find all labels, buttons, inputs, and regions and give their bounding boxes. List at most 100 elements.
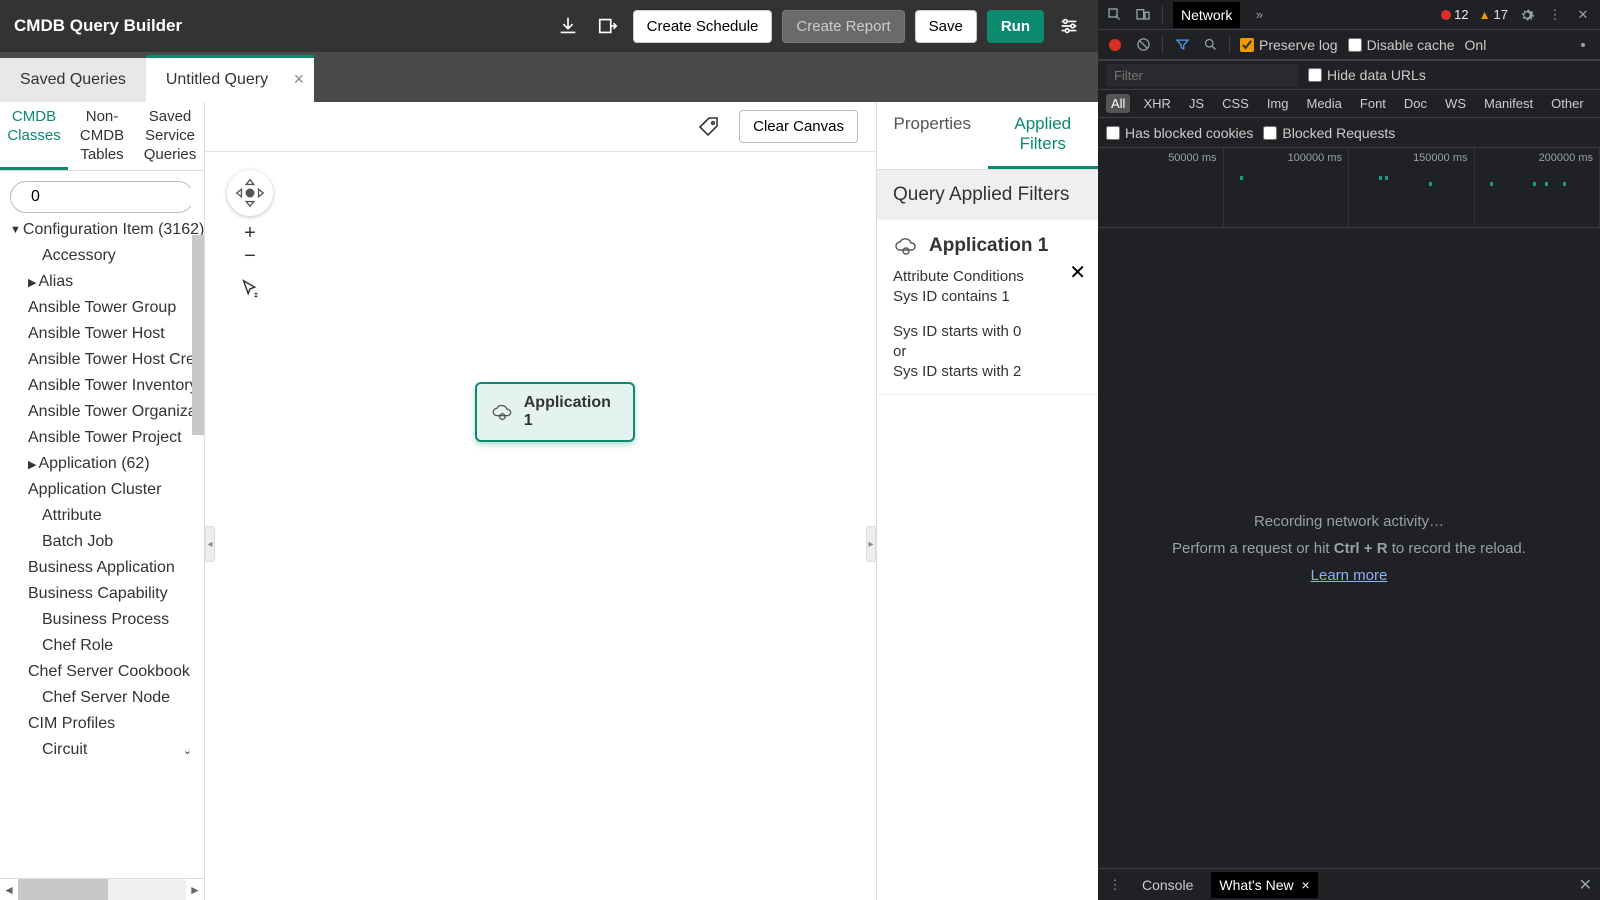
node-label: Application 1 — [524, 394, 619, 430]
tree-item[interactable]: Accessory — [0, 243, 204, 269]
tree-item[interactable]: Business Process — [0, 607, 204, 633]
filter-type[interactable]: Manifest — [1479, 94, 1538, 113]
cloud-gear-icon — [893, 234, 919, 258]
network-timeline[interactable]: 50000 ms 100000 ms 150000 ms 200000 ms — [1098, 148, 1600, 228]
settings-icon[interactable] — [1054, 11, 1084, 41]
filter-type[interactable]: Img — [1262, 94, 1294, 113]
filter-type[interactable]: CSS — [1217, 94, 1254, 113]
filter-type[interactable]: Font — [1355, 94, 1391, 113]
filter-type[interactable]: Other — [1546, 94, 1589, 113]
tree-item[interactable]: Business Application — [0, 555, 204, 581]
kebab-menu-icon[interactable]: ⋮ — [1546, 6, 1564, 24]
devtools-panel: Network » 12 ▲17 ⋮ ✕ Preserve log Disabl… — [1098, 0, 1600, 900]
class-tree[interactable]: ▼Configuration Item (3162) Accessory ▶Al… — [0, 217, 204, 878]
tab-applied-filters[interactable]: Applied Filters — [988, 102, 1099, 169]
inspect-element-icon[interactable] — [1106, 6, 1124, 24]
left-sidebar: CMDB Classes Non-CMDB Tables Saved Servi… — [0, 102, 205, 900]
filter-icon[interactable] — [1173, 36, 1191, 54]
save-button[interactable]: Save — [915, 10, 977, 43]
tab-properties[interactable]: Properties — [877, 102, 988, 169]
record-icon[interactable] — [1106, 36, 1124, 54]
device-toggle-icon[interactable] — [1134, 6, 1152, 24]
tree-item[interactable]: Batch Job — [0, 529, 204, 555]
tree-item[interactable]: Attribute — [0, 503, 204, 529]
sidebar-tab-cmdb-classes[interactable]: CMDB Classes — [0, 102, 68, 170]
tree-item[interactable]: CIM Profiles — [0, 711, 204, 737]
run-button[interactable]: Run — [987, 10, 1044, 43]
create-schedule-button[interactable]: Create Schedule — [633, 10, 773, 43]
canvas-node-application[interactable]: Application 1 — [475, 382, 635, 442]
preserve-log-checkbox[interactable]: Preserve log — [1240, 37, 1338, 53]
horizontal-scrollbar[interactable]: ◄ ► — [0, 878, 204, 900]
drawer-tab-whats-new[interactable]: What's New × — [1211, 872, 1317, 898]
filter-type[interactable]: JS — [1184, 94, 1209, 113]
download-icon[interactable] — [553, 11, 583, 41]
close-devtools-icon[interactable]: ✕ — [1574, 6, 1592, 24]
sidebar-tab-saved-service[interactable]: Saved Service Queries — [136, 102, 204, 170]
tree-item[interactable]: Chef Server Node — [0, 685, 204, 711]
app-title: CMDB Query Builder — [14, 16, 182, 36]
tree-root[interactable]: ▼Configuration Item (3162) — [0, 217, 204, 243]
tag-icon[interactable] — [697, 115, 721, 139]
tab-untitled-query[interactable]: Untitled Query × — [146, 55, 314, 102]
throttling-label[interactable]: Onl — [1465, 37, 1487, 53]
filter-card: Application 1 ✕ Attribute Conditions Sys… — [877, 220, 1098, 395]
attribute-conditions-label: Attribute Conditions — [893, 268, 1082, 285]
scrollbar-thumb[interactable] — [192, 235, 204, 435]
filter-type[interactable]: WS — [1440, 94, 1471, 113]
filter-type[interactable]: All — [1106, 94, 1130, 113]
tree-item[interactable]: Ansible Tower Group — [0, 295, 204, 321]
sidebar-search[interactable] — [10, 181, 194, 213]
hide-data-urls-checkbox[interactable]: Hide data URLs — [1308, 67, 1426, 83]
tree-item[interactable]: ▶Application (62) — [0, 451, 204, 477]
filter-type-row: All XHR JS CSS Img Media Font Doc WS Man… — [1098, 90, 1600, 118]
tree-item[interactable]: Ansible Tower Project — [0, 425, 204, 451]
filter-type[interactable]: XHR — [1138, 94, 1175, 113]
filter-type[interactable]: Doc — [1399, 94, 1432, 113]
pan-tool[interactable] — [227, 170, 273, 216]
filter-type[interactable]: Media — [1301, 94, 1346, 113]
close-tab-icon[interactable]: × — [294, 69, 305, 90]
applied-filters-header: Query Applied Filters — [877, 170, 1098, 220]
devtools-tab-network[interactable]: Network — [1173, 2, 1240, 28]
more-tabs-icon[interactable]: » — [1250, 6, 1268, 24]
tree-item[interactable]: Chef Role — [0, 633, 204, 659]
tree-item[interactable]: Ansible Tower Host — [0, 321, 204, 347]
zoom-out-button[interactable]: − — [244, 245, 256, 268]
search-icon[interactable] — [1201, 36, 1219, 54]
tree-item[interactable]: Business Capability — [0, 581, 204, 607]
tree-item[interactable]: Ansible Tower Host Credential — [0, 347, 204, 373]
close-filter-icon[interactable]: ✕ — [1069, 260, 1086, 285]
tree-item[interactable]: Ansible Tower Inventory — [0, 373, 204, 399]
network-settings-icon[interactable] — [1574, 36, 1592, 54]
tree-item[interactable]: Chef Server Cookbook — [0, 659, 204, 685]
cursor-tool-icon[interactable] — [235, 274, 265, 304]
search-input[interactable] — [31, 188, 205, 206]
clear-icon[interactable] — [1134, 36, 1152, 54]
tree-item[interactable]: ▶Alias — [0, 269, 204, 295]
export-icon[interactable] — [593, 11, 623, 41]
canvas[interactable]: ◂ ▸ + − Application 1 — [205, 152, 876, 900]
learn-more-link[interactable]: Learn more — [1311, 567, 1388, 584]
collapse-right-icon[interactable]: ▸ — [866, 526, 876, 562]
tab-saved-queries[interactable]: Saved Queries — [0, 58, 146, 102]
tree-item[interactable]: Circuit⌄ — [0, 737, 204, 763]
has-blocked-cookies-checkbox[interactable]: Has blocked cookies — [1106, 125, 1253, 141]
error-count[interactable]: 12 — [1441, 7, 1468, 22]
collapse-left-icon[interactable]: ◂ — [205, 526, 215, 562]
sidebar-tab-non-cmdb[interactable]: Non-CMDB Tables — [68, 102, 136, 170]
network-filter-input[interactable] — [1106, 64, 1298, 87]
gear-icon[interactable] — [1518, 6, 1536, 24]
zoom-in-button[interactable]: + — [244, 222, 256, 245]
tree-item[interactable]: Ansible Tower Organization — [0, 399, 204, 425]
blocked-requests-checkbox[interactable]: Blocked Requests — [1263, 125, 1395, 141]
condition-text: Sys ID starts with 2 — [893, 363, 1082, 380]
tree-item[interactable]: Application Cluster — [0, 477, 204, 503]
drawer-tab-console[interactable]: Console — [1134, 872, 1201, 898]
drawer-menu-icon[interactable]: ⋮ — [1106, 876, 1124, 894]
disable-cache-checkbox[interactable]: Disable cache — [1348, 37, 1455, 53]
clear-canvas-button[interactable]: Clear Canvas — [739, 110, 858, 143]
chevron-down-icon[interactable]: ⌄ — [183, 744, 192, 757]
warning-count[interactable]: ▲17 — [1479, 7, 1508, 22]
close-drawer-icon[interactable]: ✕ — [1579, 875, 1592, 895]
